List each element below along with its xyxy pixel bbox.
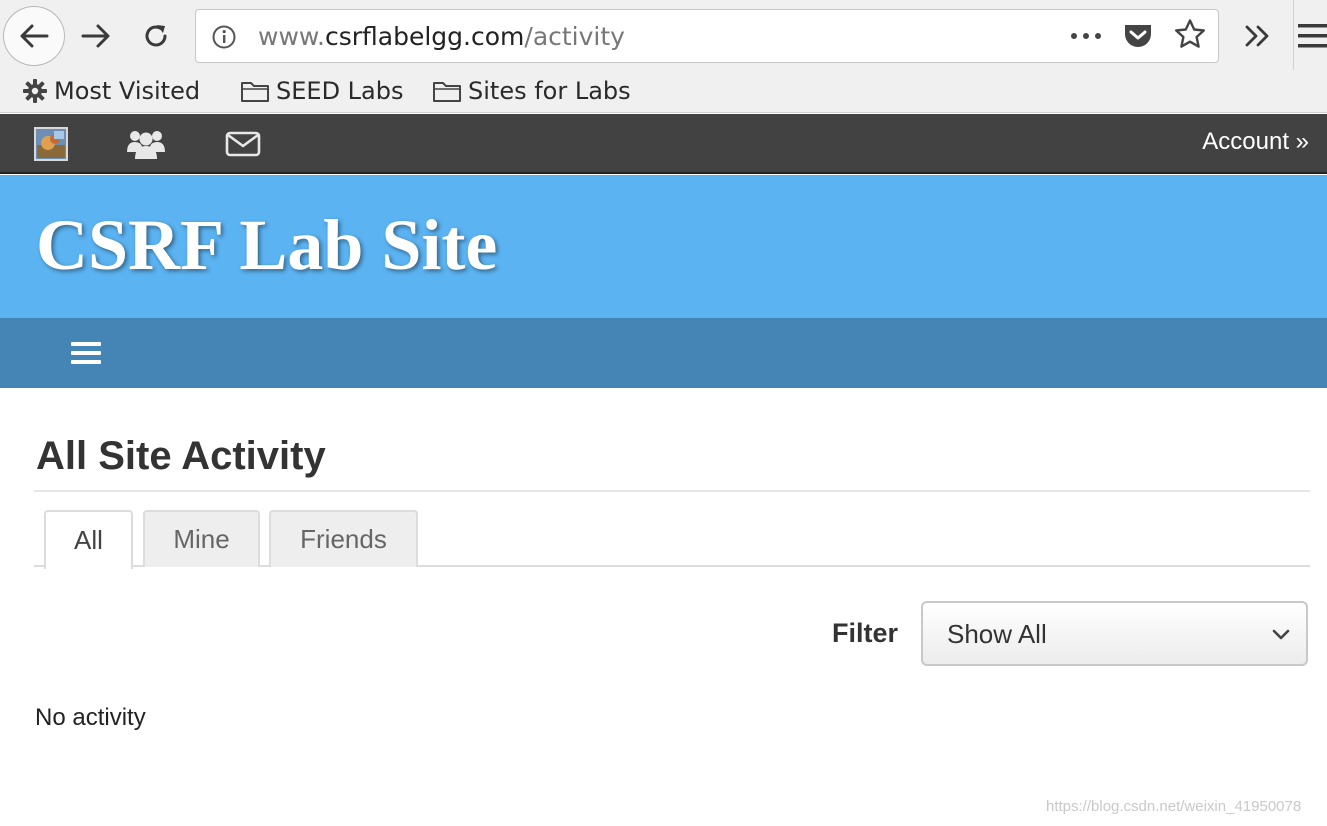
tab-friends[interactable]: Friends xyxy=(269,510,418,567)
toolbar-overflow-button[interactable] xyxy=(1238,18,1278,54)
bookmark-star-button[interactable] xyxy=(1172,19,1208,49)
bookmark-label: SEED Labs xyxy=(276,77,404,105)
friends-button[interactable] xyxy=(124,126,168,162)
arrow-left-icon xyxy=(20,24,49,48)
filter-selected-value: Show All xyxy=(947,619,1047,649)
chevron-down-icon xyxy=(1272,629,1290,640)
empty-activity-message: No activity xyxy=(35,704,146,731)
url-path: /activity xyxy=(524,22,625,51)
url-host: csrflabelgg.com xyxy=(325,22,525,51)
pocket-icon xyxy=(1125,25,1151,47)
forward-button[interactable] xyxy=(74,14,118,58)
more-dots-icon xyxy=(1071,33,1101,39)
bookmark-label: Most Visited xyxy=(54,77,201,105)
gear-icon xyxy=(23,79,47,103)
hamburger-icon-line xyxy=(71,351,101,355)
hamburger-menu-icon xyxy=(1298,24,1327,48)
watermark: https://blog.csdn.net/weixin_41950078 xyxy=(1046,798,1302,815)
nav-menu-toggle[interactable] xyxy=(66,338,106,368)
pocket-button[interactable] xyxy=(1121,21,1155,51)
back-button[interactable] xyxy=(3,6,65,66)
star-icon xyxy=(1175,19,1205,48)
url-text[interactable]: www.csrflabelgg.com/activity xyxy=(258,22,625,52)
filter-select[interactable]: Show All xyxy=(921,601,1308,666)
tab-mine[interactable]: Mine xyxy=(143,510,260,567)
title-divider xyxy=(34,490,1310,492)
url-prefix: www. xyxy=(258,22,325,51)
activity-tabs: All Mine Friends xyxy=(34,510,1310,569)
account-link[interactable]: Account » xyxy=(1202,128,1309,156)
page-title: All Site Activity xyxy=(36,434,326,478)
hamburger-icon-line xyxy=(71,360,101,364)
site-title[interactable]: CSRF Lab Site xyxy=(36,203,497,287)
avatar-icon xyxy=(34,127,68,161)
messages-button[interactable] xyxy=(223,126,263,162)
double-chevron-right-icon xyxy=(1245,25,1269,47)
folder-icon xyxy=(433,82,461,102)
users-group-icon xyxy=(127,131,165,159)
bookmarks-toolbar: Most Visited SEED Labs Sites for Labs xyxy=(0,70,1327,113)
info-icon[interactable] xyxy=(210,23,238,51)
site-header: CSRF Lab Site xyxy=(0,175,1327,318)
user-avatar[interactable] xyxy=(33,126,69,162)
reload-button[interactable] xyxy=(134,14,178,58)
toolbar-separator xyxy=(1293,0,1294,70)
tab-all[interactable]: All xyxy=(44,510,133,569)
bookmark-most-visited[interactable]: Most Visited xyxy=(22,74,200,108)
hamburger-icon xyxy=(71,342,101,346)
page-actions-button[interactable] xyxy=(1069,21,1103,51)
arrow-right-icon xyxy=(81,24,110,48)
reload-icon xyxy=(145,25,167,47)
site-nav-bar xyxy=(0,318,1327,388)
site-topbar: Account » xyxy=(0,114,1327,174)
address-bar[interactable]: www.csrflabelgg.com/activity xyxy=(195,9,1219,63)
browser-toolbar: www.csrflabelgg.com/activity xyxy=(0,0,1327,70)
browser-menu-button[interactable] xyxy=(1296,18,1327,54)
bookmark-sites-for-labs[interactable]: Sites for Labs xyxy=(432,74,631,108)
bookmark-label: Sites for Labs xyxy=(468,77,631,105)
bookmark-seed-labs[interactable]: SEED Labs xyxy=(240,74,404,108)
filter-label: Filter xyxy=(832,618,899,648)
envelope-icon xyxy=(225,131,261,157)
folder-icon xyxy=(241,82,269,102)
